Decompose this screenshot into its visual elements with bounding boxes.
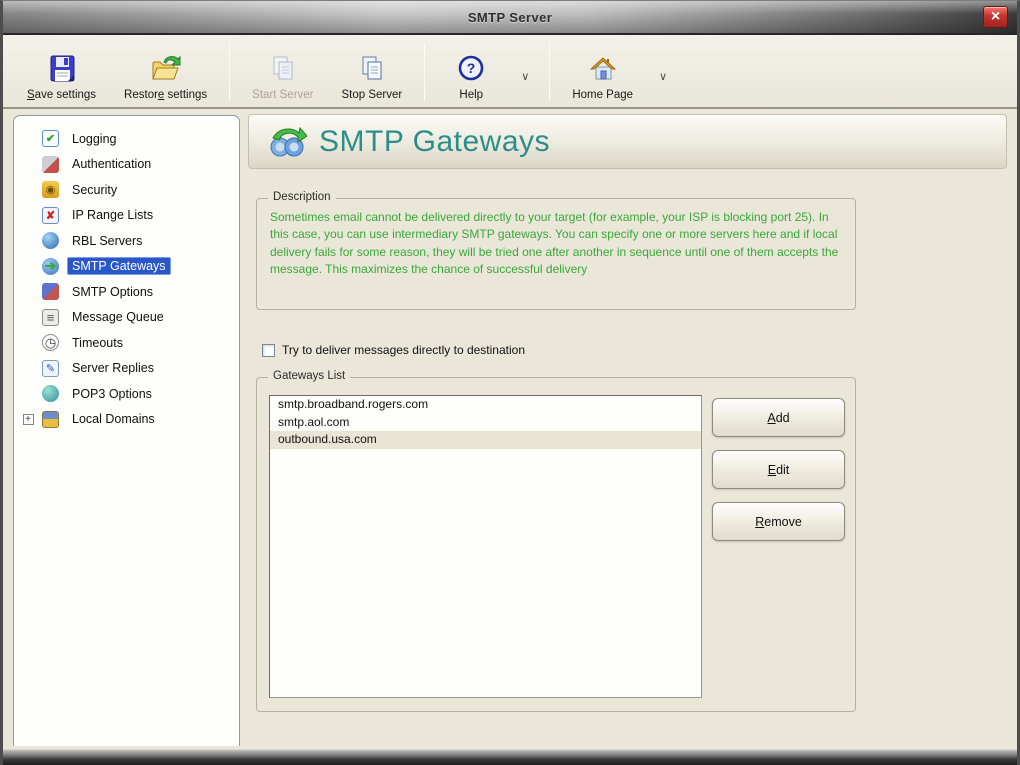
- restore-settings-label: Restore settings: [124, 89, 207, 101]
- smtp-options-icon: [42, 283, 59, 300]
- toolbar: Save settings Restore settings: [3, 35, 1017, 109]
- sidebar-nav: ✔ Logging Authentication ◉ Security ✘ IP…: [13, 115, 240, 746]
- gateways-listbox[interactable]: smtp.broadband.rogers.com smtp.aol.com o…: [269, 395, 702, 698]
- toolbar-separator: [229, 43, 230, 101]
- description-text: Sometimes email cannot be delivered dire…: [257, 199, 855, 279]
- home-icon: [587, 54, 619, 84]
- ip-range-lists-icon: ✘: [42, 207, 59, 224]
- sidebar-item-rbl-servers[interactable]: RBL Servers: [14, 228, 239, 254]
- help-dropdown-chevron-icon[interactable]: ∨: [509, 70, 541, 83]
- description-groupbox: Description Sometimes email cannot be de…: [256, 198, 856, 310]
- gateways-list-legend: Gateways List: [268, 370, 350, 382]
- server-replies-icon: ✎: [42, 360, 59, 377]
- save-icon: [46, 54, 78, 84]
- sidebar-item-smtp-options[interactable]: SMTP Options: [14, 279, 239, 305]
- sidebar-item-label: SMTP Gateways: [67, 257, 171, 275]
- sidebar-item-smtp-gateways[interactable]: ➔ SMTP Gateways: [14, 254, 239, 280]
- authentication-icon: [42, 156, 59, 173]
- help-button[interactable]: ? Help: [433, 40, 509, 104]
- logging-icon: ✔: [42, 130, 59, 147]
- local-domains-icon: [42, 411, 59, 428]
- sidebar-item-label: Message Queue: [67, 308, 169, 326]
- remove-button[interactable]: Remove: [712, 502, 845, 541]
- smtp-gateways-header-icon: [267, 125, 307, 159]
- sidebar-item-ip-range-lists[interactable]: ✘ IP Range Lists: [14, 203, 239, 229]
- security-icon: ◉: [42, 181, 59, 198]
- deliver-directly-label: Try to deliver messages directly to dest…: [282, 343, 525, 357]
- stop-server-icon: [356, 54, 388, 84]
- gateway-actions: Add Edit Remove: [712, 395, 845, 698]
- description-legend: Description: [268, 191, 336, 203]
- sidebar-item-local-domains[interactable]: + Local Domains: [14, 407, 239, 433]
- sidebar-item-label: SMTP Options: [67, 283, 158, 301]
- sidebar-item-logging[interactable]: ✔ Logging: [14, 126, 239, 152]
- timeouts-icon: ◷: [42, 334, 59, 351]
- sidebar-item-label: Authentication: [67, 155, 156, 173]
- sidebar-item-label: Local Domains: [67, 410, 160, 428]
- gateway-list-item[interactable]: outbound.usa.com: [270, 431, 701, 449]
- sidebar-item-server-replies[interactable]: ✎ Server Replies: [14, 356, 239, 382]
- start-server-button[interactable]: Start Server: [238, 40, 327, 104]
- toolbar-separator: [424, 43, 425, 101]
- edit-button[interactable]: Edit: [712, 450, 845, 489]
- restore-folder-icon: [150, 54, 182, 84]
- gateway-list-item[interactable]: smtp.broadband.rogers.com: [270, 396, 701, 414]
- deliver-directly-checkbox-row: Try to deliver messages directly to dest…: [262, 342, 1007, 358]
- start-server-label: Start Server: [252, 89, 313, 101]
- sidebar-item-label: IP Range Lists: [67, 206, 158, 224]
- sidebar-item-authentication[interactable]: Authentication: [14, 152, 239, 178]
- sidebar-item-label: POP3 Options: [67, 385, 157, 403]
- sidebar-item-security[interactable]: ◉ Security: [14, 177, 239, 203]
- close-button[interactable]: ×: [983, 6, 1008, 28]
- start-server-icon: [267, 54, 299, 84]
- save-settings-label: Save settings: [27, 89, 96, 101]
- help-label: Help: [459, 89, 483, 101]
- app-window: SMTP Server × Save settings: [0, 0, 1020, 765]
- gateway-list-item[interactable]: smtp.aol.com: [270, 414, 701, 432]
- page-header: SMTP Gateways: [248, 114, 1007, 169]
- sidebar-item-label: Security: [67, 181, 122, 199]
- help-icon: ?: [455, 54, 487, 84]
- expand-plus-icon[interactable]: +: [23, 414, 34, 425]
- add-button[interactable]: Add: [712, 398, 845, 437]
- home-dropdown-chevron-icon[interactable]: ∨: [647, 70, 679, 83]
- sidebar-item-message-queue[interactable]: ≡ Message Queue: [14, 305, 239, 331]
- home-page-button[interactable]: Home Page: [558, 40, 647, 104]
- svg-text:?: ?: [467, 60, 476, 76]
- window-bottom-frame: [3, 746, 1017, 765]
- sidebar-item-label: RBL Servers: [67, 232, 147, 250]
- stop-server-button[interactable]: Stop Server: [328, 40, 417, 104]
- window-title: SMTP Server: [468, 10, 552, 25]
- sidebar-item-pop3-options[interactable]: POP3 Options: [14, 381, 239, 407]
- rbl-servers-icon: [42, 232, 59, 249]
- smtp-gateways-icon: ➔: [42, 258, 59, 275]
- message-queue-icon: ≡: [42, 309, 59, 326]
- deliver-directly-checkbox[interactable]: [262, 344, 275, 357]
- stop-server-label: Stop Server: [342, 89, 403, 101]
- page-title: SMTP Gateways: [319, 125, 550, 159]
- gateways-list-groupbox: Gateways List smtp.broadband.rogers.com …: [256, 377, 856, 712]
- sidebar-item-timeouts[interactable]: ◷ Timeouts: [14, 330, 239, 356]
- main-panel: SMTP Gateways Description Sometimes emai…: [240, 109, 1017, 746]
- toolbar-separator: [549, 43, 550, 101]
- sidebar-item-label: Logging: [67, 130, 122, 148]
- sidebar-item-label: Timeouts: [67, 334, 128, 352]
- pop3-options-icon: [42, 385, 59, 402]
- titlebar: SMTP Server ×: [3, 1, 1017, 35]
- save-settings-button[interactable]: Save settings: [13, 40, 110, 104]
- home-page-label: Home Page: [572, 89, 633, 101]
- sidebar-item-label: Server Replies: [67, 359, 159, 377]
- restore-settings-button[interactable]: Restore settings: [110, 40, 221, 104]
